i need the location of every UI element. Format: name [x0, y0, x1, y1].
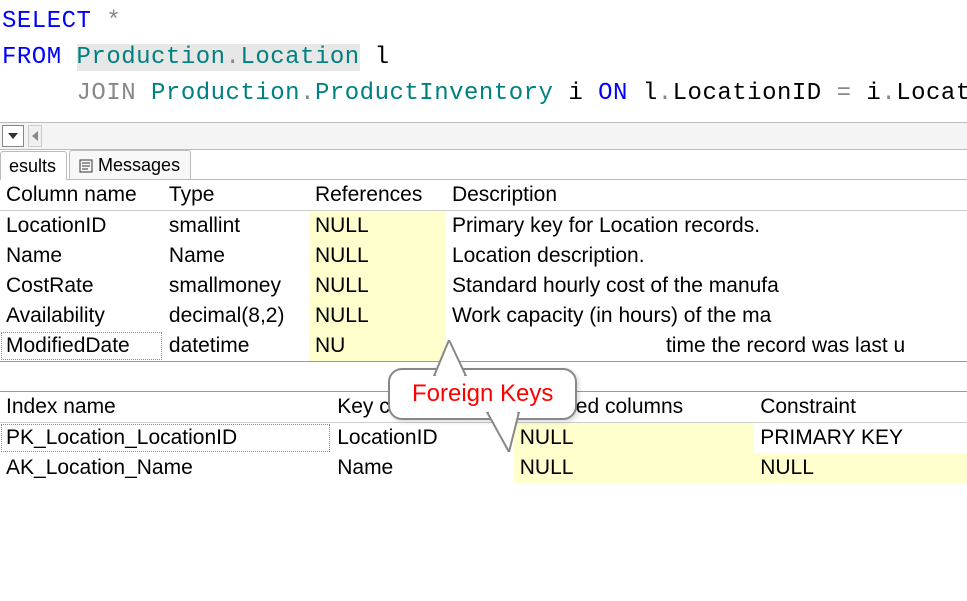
cell-references: NULL	[309, 241, 446, 271]
cell-key-columns: LocationID	[331, 423, 514, 454]
sql-alias: l	[643, 80, 658, 107]
cell-column-name: Availability	[0, 301, 163, 331]
cell-references: NULL	[309, 271, 446, 301]
col-header[interactable]: Key columns	[331, 392, 514, 423]
grid-separator	[0, 361, 967, 391]
cell-column-name: ModifiedDate	[0, 331, 163, 361]
sql-column: LocationID	[896, 80, 967, 107]
sql-column: LocationID	[673, 80, 822, 107]
cell-included-columns: NULL	[514, 453, 754, 483]
grid-header-row: Column name Type References Description	[0, 180, 967, 211]
grid-header-row: Index name Key columns Included columns …	[0, 392, 967, 423]
sql-keyword: JOIN	[77, 80, 137, 107]
cell-key-columns: Name	[331, 453, 514, 483]
col-header[interactable]: References	[309, 180, 446, 211]
cell-column-name: CostRate	[0, 271, 163, 301]
cell-constraint: PRIMARY KEY	[754, 423, 967, 454]
cell-index-name: PK_Location_LocationID	[0, 423, 331, 454]
sql-table: ProductInventory	[315, 80, 553, 107]
view-dropdown[interactable]	[2, 125, 24, 147]
chevron-left-icon	[32, 131, 38, 141]
indexes-grid[interactable]: Index name Key columns Included columns …	[0, 391, 967, 483]
tab-label: Messages	[98, 155, 180, 176]
columns-grid[interactable]: Column name Type References Description …	[0, 180, 967, 361]
table-row[interactable]: LocationID smallint NULL Primary key for…	[0, 211, 967, 242]
col-header[interactable]: Description	[446, 180, 967, 211]
cell-description: Standard hourly cost of the manufa	[446, 271, 967, 301]
table-row[interactable]: Availability decimal(8,2) NULL Work capa…	[0, 301, 967, 331]
col-header[interactable]: Index name	[0, 392, 331, 423]
tab-results[interactable]: esults	[0, 151, 67, 180]
sql-keyword: SELECT	[2, 8, 91, 35]
sql-table: Location	[240, 44, 359, 71]
tab-label: esults	[9, 156, 56, 177]
col-header[interactable]: Constraint	[754, 392, 967, 423]
tab-messages[interactable]: Messages	[69, 150, 191, 179]
messages-icon	[78, 158, 94, 174]
sql-editor[interactable]: SELECT * FROM Production.Location l JOIN…	[0, 0, 967, 122]
sql-dot: .	[226, 44, 241, 71]
sql-keyword: FROM	[2, 44, 62, 71]
cell-column-name: Name	[0, 241, 163, 271]
col-header[interactable]: Included columns	[514, 392, 754, 423]
cell-included-columns: NULL	[514, 423, 754, 454]
sql-schema: Production	[77, 44, 226, 71]
cell-type: smallint	[163, 211, 309, 242]
cell-description: Location description.	[446, 241, 967, 271]
sql-alias: l	[375, 44, 390, 71]
sql-dot: .	[881, 80, 896, 107]
cell-index-name: AK_Location_Name	[0, 453, 331, 483]
sql-star: *	[106, 8, 121, 35]
cell-references: NULL	[309, 211, 446, 242]
chevron-down-icon	[8, 133, 18, 139]
sql-dot: .	[300, 80, 315, 107]
results-toolbar	[0, 122, 967, 150]
cell-references: NULL	[309, 301, 446, 331]
table-row[interactable]: ModifiedDate datetime NU time the record…	[0, 331, 967, 361]
scroll-left-button[interactable]	[28, 125, 42, 147]
cell-type: Name	[163, 241, 309, 271]
sql-dot: .	[658, 80, 673, 107]
sql-keyword: ON	[598, 80, 628, 107]
cell-column-name: LocationID	[0, 211, 163, 242]
table-row[interactable]: Name Name NULL Location description.	[0, 241, 967, 271]
table-row[interactable]: AK_Location_Name Name NULL NULL	[0, 453, 967, 483]
col-header[interactable]: Type	[163, 180, 309, 211]
cell-constraint: NULL	[754, 453, 967, 483]
results-tabs: esults Messages	[0, 150, 967, 180]
cell-description: Work capacity (in hours) of the ma	[446, 301, 967, 331]
cell-description: time the record was last u	[446, 331, 967, 361]
table-row[interactable]: CostRate smallmoney NULL Standard hourly…	[0, 271, 967, 301]
sql-schema: Production	[151, 80, 300, 107]
cell-type: datetime	[163, 331, 309, 361]
cell-type: decimal(8,2)	[163, 301, 309, 331]
cell-references: NU	[309, 331, 446, 361]
sql-indent	[2, 80, 77, 107]
cell-type: smallmoney	[163, 271, 309, 301]
sql-alias: i	[568, 80, 583, 107]
sql-eq: =	[837, 80, 852, 107]
cell-description: Primary key for Location records.	[446, 211, 967, 242]
table-row[interactable]: PK_Location_LocationID LocationID NULL P…	[0, 423, 967, 454]
col-header[interactable]: Column name	[0, 180, 163, 211]
sql-alias: i	[866, 80, 881, 107]
